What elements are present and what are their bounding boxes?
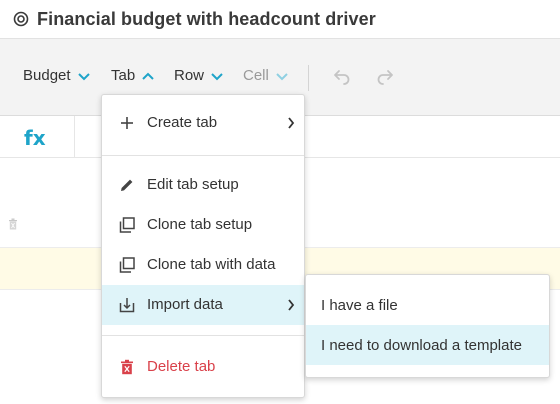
submenu-item-label: I have a file (321, 296, 398, 314)
submenu-item-download-template[interactable]: I need to download a template (306, 325, 549, 365)
menu-divider (102, 335, 304, 336)
menu-item-label: Import data (147, 296, 223, 313)
clone-icon (118, 256, 136, 274)
cell-menu-button[interactable]: Cell (243, 67, 289, 84)
fx-label: fx (24, 126, 46, 150)
toolbar-divider (308, 65, 309, 91)
undo-icon[interactable] (333, 67, 351, 85)
menu-divider (102, 155, 304, 156)
chevron-down-icon (211, 72, 223, 80)
row-menu-label: Row (174, 67, 205, 84)
menu-item-delete-tab[interactable]: Delete tab (102, 347, 304, 387)
tab-dropdown-menu: Create tab Edit tab setup Clone tab setu… (101, 94, 305, 398)
trash-icon (118, 358, 136, 376)
menu-item-label: Clone tab with data (147, 256, 276, 273)
menu-item-label: Clone tab setup (147, 216, 253, 233)
pencil-icon (118, 176, 136, 194)
chevron-right-icon (288, 299, 295, 311)
tab-menu-label: Tab (111, 67, 136, 84)
row-menu-button[interactable]: Row (174, 67, 224, 84)
menu-item-label: Edit tab setup (147, 176, 239, 193)
title-bar: Financial budget with headcount driver (0, 0, 560, 38)
import-data-submenu: I have a file I need to download a templ… (305, 274, 550, 378)
redo-icon[interactable] (376, 67, 394, 85)
budget-menu-label: Budget (23, 67, 71, 84)
menu-item-create-tab[interactable]: Create tab (102, 103, 304, 143)
clone-icon (118, 216, 136, 234)
plus-icon (118, 114, 136, 132)
target-icon (11, 9, 31, 29)
import-icon (118, 296, 136, 314)
chevron-down-icon (276, 72, 288, 80)
menu-item-label: Delete tab (147, 358, 216, 375)
menu-item-import-data[interactable]: Import data (102, 285, 304, 325)
menu-item-edit-tab-setup[interactable]: Edit tab setup (102, 165, 304, 205)
page-title: Financial budget with headcount driver (37, 8, 376, 29)
submenu-item-label: I need to download a template (321, 336, 522, 354)
tab-menu-button[interactable]: Tab (111, 67, 155, 84)
menu-item-label: Create tab (147, 114, 218, 131)
chevron-up-icon (142, 72, 154, 80)
cell-menu-label: Cell (243, 67, 269, 84)
menu-item-clone-tab-setup[interactable]: Clone tab setup (102, 205, 304, 245)
submenu-item-have-file[interactable]: I have a file (306, 285, 549, 325)
trash-icon[interactable] (8, 218, 18, 230)
chevron-down-icon (77, 72, 90, 80)
menu-item-clone-tab-with-data[interactable]: Clone tab with data (102, 245, 304, 285)
budget-menu-button[interactable]: Budget (23, 67, 91, 84)
formula-divider (74, 116, 75, 158)
chevron-right-icon (288, 117, 295, 129)
